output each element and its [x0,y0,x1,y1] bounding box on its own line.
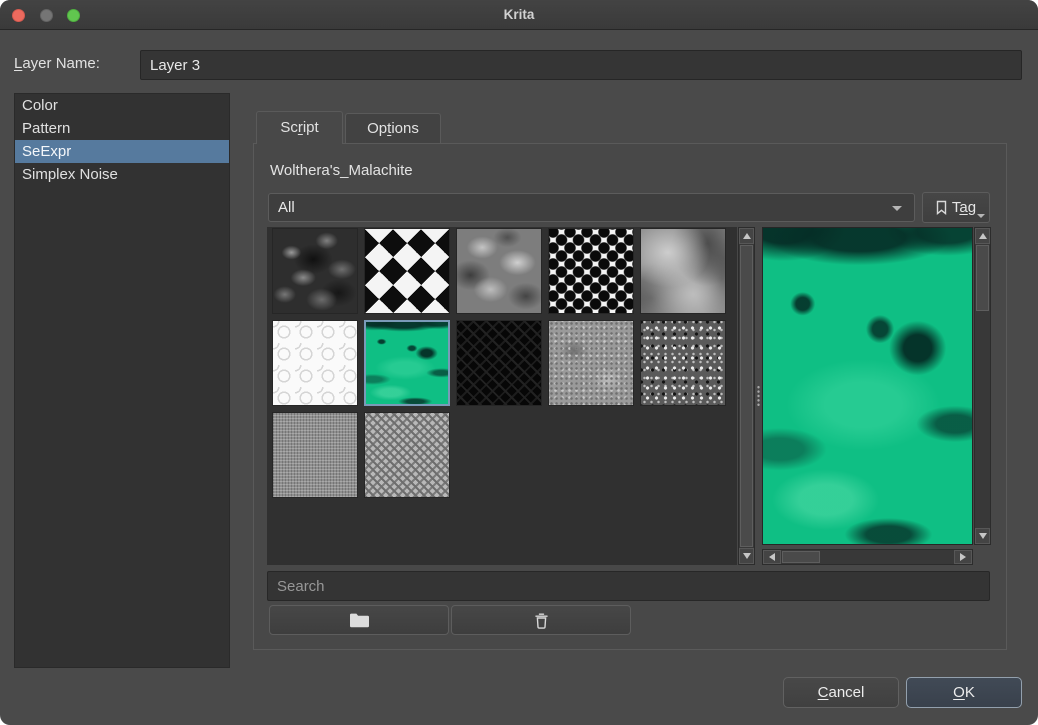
scrollbar-thumb[interactable] [740,245,753,547]
layer-name-label: Layer Name: [14,55,100,72]
preview-vertical-scrollbar[interactable] [974,227,991,545]
list-item-color[interactable]: Color [15,94,229,117]
pattern-thumbnail[interactable] [364,228,450,314]
tag-button-label: Tag [952,199,976,216]
import-resource-button[interactable] [269,605,449,635]
folder-icon [349,612,370,628]
grid-vertical-scrollbar[interactable] [738,227,755,565]
krita-fill-layer-dialog: Krita Layer Name: Color Pattern SeExpr S… [0,0,1038,725]
generator-type-list: Color Pattern SeExpr Simplex Noise [14,93,230,668]
scrollbar-thumb[interactable] [782,551,820,563]
titlebar[interactable]: Krita [0,0,1038,30]
scroll-down-icon[interactable] [975,528,990,544]
scroll-down-icon[interactable] [739,548,754,564]
tab-options[interactable]: Options [345,113,441,143]
tab-script[interactable]: Script [256,111,343,144]
list-item-seexpr[interactable]: SeExpr [15,140,229,163]
pattern-thumbnail[interactable] [272,320,358,406]
pattern-search-input[interactable] [267,571,990,601]
pattern-thumbnail[interactable] [364,412,450,498]
pattern-preview [762,227,973,545]
tag-filter-combobox[interactable]: All [268,193,915,222]
bookmark-icon [936,200,947,215]
splitter-dots-icon [757,385,760,407]
tag-filter-value: All [278,199,295,216]
scroll-up-icon[interactable] [975,228,990,244]
scrollbar-thumb[interactable] [976,245,989,311]
pattern-thumbnail[interactable] [640,228,726,314]
tag-button[interactable]: Tag [922,192,990,223]
cancel-button[interactable]: Cancel [783,677,899,708]
pattern-thumbnail[interactable] [640,320,726,406]
trash-icon [534,612,549,629]
pattern-thumbnail[interactable] [272,228,358,314]
pattern-thumbnail[interactable] [548,320,634,406]
list-item-pattern[interactable]: Pattern [15,117,229,140]
chevron-down-icon [977,214,985,218]
pattern-thumbnail[interactable] [548,228,634,314]
preview-horizontal-scrollbar[interactable] [762,549,973,565]
current-pattern-name: Wolthera's_Malachite [270,162,413,179]
scroll-right-icon[interactable] [954,550,972,564]
ok-button[interactable]: OK [906,677,1022,708]
scroll-left-icon[interactable] [763,550,781,564]
pattern-thumbnail[interactable] [456,320,542,406]
scroll-up-icon[interactable] [739,228,754,244]
pattern-thumbnail[interactable] [272,412,358,498]
pattern-thumbnail[interactable] [456,228,542,314]
pattern-thumbnail-selected[interactable] [364,320,450,406]
delete-resource-button[interactable] [451,605,631,635]
list-item-simplex-noise[interactable]: Simplex Noise [15,163,229,186]
splitter-handle[interactable] [755,227,762,565]
window-title: Krita [0,0,1038,30]
layer-name-input[interactable] [140,50,1022,80]
pattern-grid [267,227,737,565]
chevron-down-icon [892,206,902,211]
